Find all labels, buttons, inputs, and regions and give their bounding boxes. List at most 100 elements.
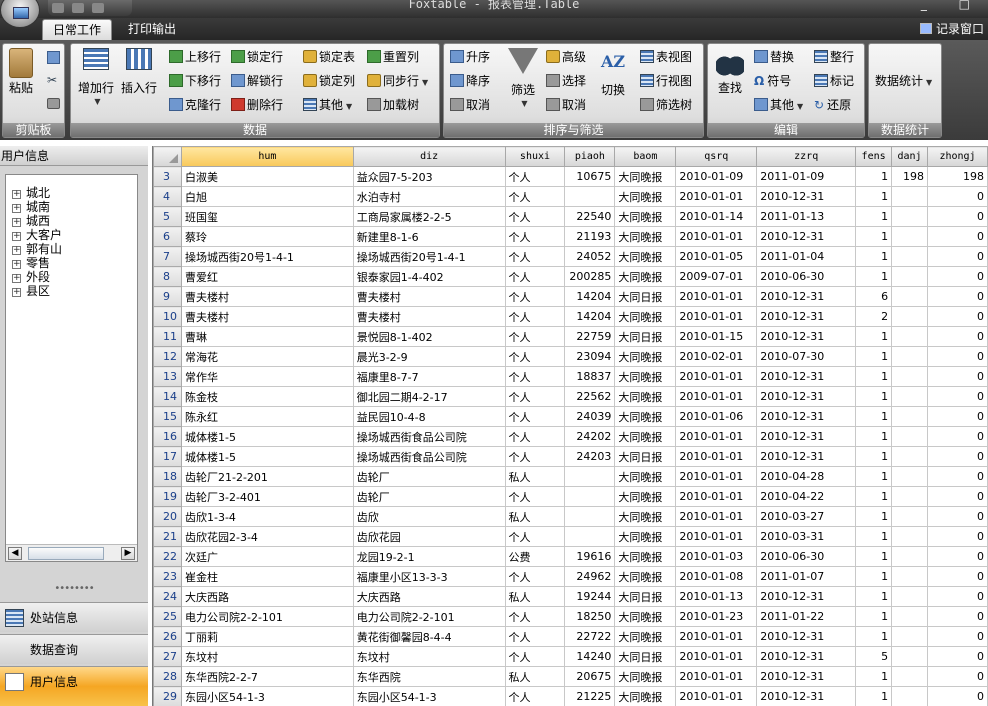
table-cell[interactable]: 2010-12-31 bbox=[756, 646, 857, 667]
table-row[interactable]: 27 东坟村 东坟村 个人 14240 大同日报 2010-01-01 2010-12-31 5… bbox=[153, 646, 988, 667]
table-cell[interactable]: 2010-04-28 bbox=[756, 466, 857, 487]
table-cell[interactable]: 电力公司院2-2-101 bbox=[180, 606, 354, 627]
table-cell[interactable]: 0 bbox=[927, 226, 988, 247]
table-cell[interactable]: 大同日报 bbox=[614, 326, 677, 347]
table-cell[interactable]: 齿轮厂 bbox=[352, 466, 506, 487]
table-cell[interactable]: 1 bbox=[855, 186, 893, 207]
column-header[interactable]: fens bbox=[855, 146, 893, 167]
table-cell[interactable]: 大同晚报 bbox=[614, 366, 677, 387]
table-cell[interactable]: 大同日报 bbox=[614, 586, 677, 607]
restore-button[interactable]: ↻ 还原 bbox=[814, 95, 851, 115]
expand-plus-icon[interactable]: + bbox=[12, 218, 21, 227]
table-cell[interactable]: 2010-04-22 bbox=[756, 486, 857, 507]
row-number[interactable]: 6 bbox=[153, 226, 182, 247]
table-row[interactable]: 20 齿欣1-3-4 齿欣 私人 大同晚报 2010-01-01 2010-03-27 1 0 bbox=[153, 506, 988, 527]
table-cell[interactable]: 次廷广 bbox=[180, 546, 354, 567]
table-cell[interactable]: 大同晚报 bbox=[614, 486, 677, 507]
table-cell[interactable]: 丁丽莉 bbox=[180, 626, 354, 647]
table-cell[interactable]: 2010-01-01 bbox=[675, 286, 758, 307]
table-cell[interactable]: 1 bbox=[855, 206, 893, 227]
table-cell[interactable]: 1 bbox=[855, 606, 893, 627]
table-cell[interactable] bbox=[891, 666, 929, 687]
table-cell[interactable] bbox=[891, 306, 929, 327]
table-cell[interactable]: 大同晚报 bbox=[614, 426, 677, 447]
table-cell[interactable] bbox=[891, 186, 929, 207]
select-all-corner[interactable] bbox=[153, 146, 182, 167]
table-cell[interactable]: 2010-12-31 bbox=[756, 306, 857, 327]
table-cell[interactable]: 个人 bbox=[504, 566, 566, 587]
table-cell[interactable]: 2010-01-15 bbox=[675, 326, 758, 347]
table-cell[interactable]: 齿轮厂3-2-401 bbox=[180, 486, 354, 507]
column-header[interactable]: zhongj bbox=[927, 146, 988, 167]
table-cell[interactable]: 白旭 bbox=[180, 186, 354, 207]
table-row[interactable]: 5 班国玺 工商局家属楼2-2-5 个人 22540 大同晚报 2010-01-14 2011… bbox=[153, 206, 988, 227]
table-cell[interactable]: 个人 bbox=[504, 186, 566, 207]
table-cell[interactable]: 大同晚报 bbox=[614, 206, 677, 227]
table-cell[interactable]: 2010-12-31 bbox=[756, 186, 857, 207]
row-number[interactable]: 14 bbox=[153, 386, 182, 407]
table-cell[interactable]: 景悦园8-1-402 bbox=[352, 326, 506, 347]
tree-node[interactable]: + 零售 bbox=[6, 256, 137, 270]
table-cell[interactable]: 电力公司院2-2-101 bbox=[352, 606, 506, 627]
table-cell[interactable]: 私人 bbox=[504, 506, 566, 527]
table-cell[interactable]: 大同晚报 bbox=[614, 546, 677, 567]
table-cell[interactable]: 2011-01-04 bbox=[756, 246, 857, 267]
table-cell[interactable]: 大庆西路 bbox=[352, 586, 506, 607]
table-cell[interactable]: 大同晚报 bbox=[614, 666, 677, 687]
table-cell[interactable]: 0 bbox=[927, 466, 988, 487]
table-cell[interactable]: 龙园19-2-1 bbox=[352, 546, 506, 567]
sync-row-button[interactable]: 同步行 ▼ bbox=[367, 71, 428, 91]
table-cell[interactable]: 大同晚报 bbox=[614, 246, 677, 267]
panel-splitter[interactable]: •••••••• bbox=[0, 584, 148, 594]
table-cell[interactable]: 2010-01-13 bbox=[675, 586, 758, 607]
table-row[interactable]: 22 次廷广 龙园19-2-1 公费 19616 大同晚报 2010-01-03 2010-0… bbox=[153, 546, 988, 567]
select-filter-button[interactable]: 选择 bbox=[546, 71, 586, 91]
row-number[interactable]: 25 bbox=[153, 606, 182, 627]
table-cell[interactable] bbox=[564, 526, 616, 547]
reset-col-button[interactable]: 重置列 bbox=[367, 47, 419, 67]
table-cell[interactable]: 大庆西路 bbox=[180, 586, 354, 607]
table-cell[interactable]: 1 bbox=[855, 346, 893, 367]
table-cell[interactable]: 齿欣 bbox=[352, 506, 506, 527]
table-cell[interactable] bbox=[891, 426, 929, 447]
table-cell[interactable]: 0 bbox=[927, 646, 988, 667]
column-header[interactable]: hum bbox=[180, 146, 354, 167]
table-cell[interactable]: 22562 bbox=[564, 386, 616, 407]
table-cell[interactable]: 个人 bbox=[504, 606, 566, 627]
row-number[interactable]: 4 bbox=[153, 186, 182, 207]
nav-data-query[interactable]: 数据查询 bbox=[0, 634, 148, 664]
table-cell[interactable]: 2010-01-05 bbox=[675, 246, 758, 267]
table-cell[interactable]: 个人 bbox=[504, 206, 566, 227]
table-cell[interactable]: 0 bbox=[927, 326, 988, 347]
table-cell[interactable]: 0 bbox=[927, 526, 988, 547]
table-cell[interactable] bbox=[891, 326, 929, 347]
table-cell[interactable]: 1 bbox=[855, 446, 893, 467]
table-cell[interactable]: 2010-01-01 bbox=[675, 646, 758, 667]
table-cell[interactable]: 22540 bbox=[564, 206, 616, 227]
table-cell[interactable]: 大同日报 bbox=[614, 446, 677, 467]
table-cell[interactable]: 14240 bbox=[564, 646, 616, 667]
table-cell[interactable] bbox=[564, 466, 616, 487]
table-row[interactable]: 23 崔金柱 福康里小区13-3-3 个人 24962 大同晚报 2010-01-08 201… bbox=[153, 566, 988, 587]
table-cell[interactable]: 0 bbox=[927, 386, 988, 407]
table-cell[interactable]: 18250 bbox=[564, 606, 616, 627]
table-cell[interactable]: 私人 bbox=[504, 586, 566, 607]
table-cell[interactable]: 18837 bbox=[564, 366, 616, 387]
table-cell[interactable]: 大同晚报 bbox=[614, 526, 677, 547]
lock-col-button[interactable]: 锁定列 bbox=[303, 71, 355, 91]
table-cell[interactable]: 24052 bbox=[564, 246, 616, 267]
table-cell[interactable]: 大同晚报 bbox=[614, 406, 677, 427]
tree-node[interactable]: + 大客户 bbox=[6, 228, 137, 242]
table-cell[interactable]: 晨光3-2-9 bbox=[352, 346, 506, 367]
table-cell[interactable]: 大同晚报 bbox=[614, 626, 677, 647]
table-cell[interactable]: 22722 bbox=[564, 626, 616, 647]
table-cell[interactable] bbox=[891, 626, 929, 647]
table-cell[interactable]: 大同晚报 bbox=[614, 506, 677, 527]
column-header[interactable]: zzrq bbox=[756, 146, 857, 167]
table-cell[interactable]: 1 bbox=[855, 686, 893, 706]
table-cell[interactable]: 2011-01-09 bbox=[756, 166, 857, 187]
table-cell[interactable]: 2010-12-31 bbox=[756, 286, 857, 307]
table-row[interactable]: 18 齿轮厂21-2-201 齿轮厂 私人 大同晚报 2010-01-01 2010-04-… bbox=[153, 466, 988, 487]
table-cell[interactable]: 齿欣1-3-4 bbox=[180, 506, 354, 527]
row-number[interactable]: 5 bbox=[153, 206, 182, 227]
